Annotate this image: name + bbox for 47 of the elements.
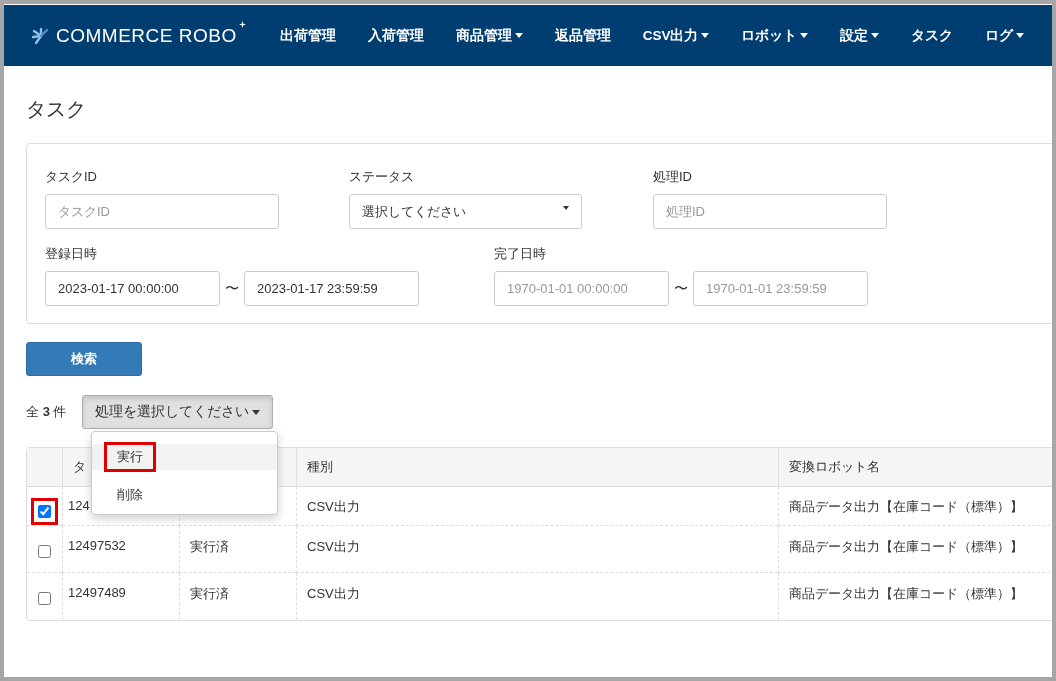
nav-menu-item[interactable]: CSV出力	[626, 26, 726, 45]
field-label: 登録日時	[45, 245, 98, 263]
nav-menu-item[interactable]: 入荷管理	[351, 26, 440, 45]
row-checkbox[interactable]	[38, 545, 51, 558]
input-field[interactable]: 2023-01-17 23:59:59	[244, 271, 419, 306]
table-cell: 実行済	[190, 586, 229, 601]
nav-menu-item[interactable]: 返品管理	[538, 26, 627, 45]
nav-menu-item[interactable]: タスク	[895, 26, 970, 45]
input-field[interactable]: 1970-01-01 00:00:00	[494, 271, 669, 306]
search-button[interactable]: 検索	[26, 342, 142, 376]
row-checkbox[interactable]	[38, 505, 51, 518]
input-field[interactable]: 2023-01-17 00:00:00	[45, 271, 220, 306]
status-select[interactable]: 選択してください	[349, 194, 582, 229]
nav-menu-item[interactable]: 出荷管理	[263, 26, 352, 45]
table-cell: 実行済	[190, 539, 229, 554]
field-label: 処理ID	[653, 168, 693, 186]
menu-item[interactable]: 実行	[92, 444, 278, 470]
page-title: タスク	[26, 97, 87, 122]
column-header: 種別	[296, 448, 778, 487]
table-cell: CSV出力	[307, 539, 360, 554]
table-cell: CSV出力	[307, 586, 360, 601]
table-cell: 12497532	[68, 538, 126, 553]
range-separator: 〜	[674, 279, 688, 298]
table-cell: 商品データ出力【在庫コード（標準）】	[789, 499, 1023, 514]
nav-menu-item[interactable]: 商品管理	[439, 26, 539, 45]
field-label: ステータス	[349, 168, 415, 186]
table-cell: 商品データ出力【在庫コード（標準）】	[789, 586, 1023, 601]
nav-menu-item[interactable]: ログ	[969, 26, 1041, 45]
field-label: 完了日時	[494, 245, 547, 263]
table-cell: 12497489	[68, 585, 126, 600]
logo-text[interactable]: COMMERCE ROBO	[56, 24, 237, 47]
table-cell: 124	[68, 498, 90, 513]
row-checkbox[interactable]	[38, 592, 51, 605]
result-count: 全 3 件	[26, 403, 67, 421]
column-header: 変換ロボット名	[778, 448, 1052, 487]
highlight-box: 実行	[104, 442, 157, 472]
input-field[interactable]: 1970-01-01 23:59:59	[693, 271, 868, 306]
nav-menu-item[interactable]: ロボット	[725, 26, 825, 45]
range-separator: 〜	[225, 279, 239, 298]
action-dropdown-button[interactable]: 処理を選択してください	[82, 395, 274, 429]
nav-menu-item[interactable]: 設定	[824, 26, 896, 45]
star-icon	[238, 20, 246, 28]
table-cell: CSV出力	[307, 499, 360, 514]
input-field[interactable]: 処理ID	[653, 194, 887, 229]
table-cell: 商品データ出力【在庫コード（標準）】	[789, 539, 1023, 554]
field-label: タスクID	[45, 168, 98, 186]
input-field[interactable]: タスクID	[45, 194, 279, 229]
